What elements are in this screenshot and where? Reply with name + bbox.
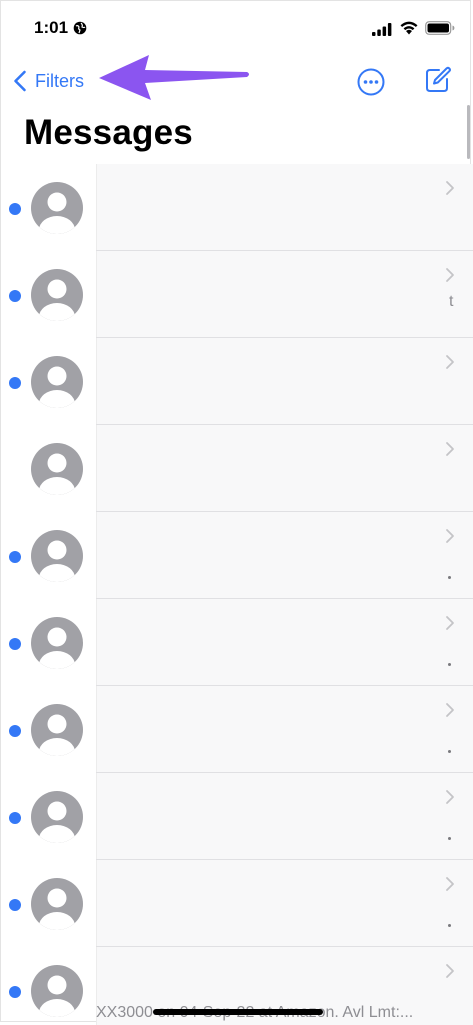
chevron-right-icon [446,790,454,804]
unread-indicator [9,725,21,737]
battery-icon [425,21,455,35]
chevron-right-icon [446,442,454,456]
unread-indicator [9,812,21,824]
conversation-row[interactable] [1,164,473,251]
contact-avatar-icon [31,443,83,495]
unread-indicator [9,899,21,911]
conversation-row[interactable] [1,773,473,860]
filters-back-button[interactable]: Filters [13,65,84,97]
conversation-row[interactable] [1,860,473,947]
conversation-row[interactable]: t [1,251,473,338]
compose-icon[interactable] [422,65,452,95]
contact-avatar-icon [31,704,83,756]
chevron-right-icon [446,877,454,891]
chevron-right-icon [446,529,454,543]
contact-avatar-icon [31,530,83,582]
contact-avatar-icon [31,269,83,321]
filters-back-label: Filters [35,70,84,91]
contact-avatar-icon [31,617,83,669]
conversation-row[interactable] [1,425,473,512]
preview-ellipsis-mark [448,924,451,927]
conversation-row[interactable] [1,686,473,773]
conversation-row[interactable] [1,338,473,425]
home-indicator[interactable] [153,1009,323,1015]
conversation-row[interactable] [1,512,473,599]
preview-ellipsis-mark [448,750,451,753]
chevron-right-icon [446,964,454,978]
contact-avatar-icon [31,791,83,843]
scroll-indicator[interactable] [467,105,470,159]
contact-avatar-icon [31,182,83,234]
contact-avatar-icon [31,356,83,408]
unread-indicator [9,377,21,389]
contact-avatar-icon [31,878,83,930]
chevron-right-icon [446,616,454,630]
ellipsis-circle-icon[interactable] [356,67,386,97]
navigation-bar: Filters [1,59,473,103]
preview-ellipsis-mark [448,576,451,579]
preview-ellipsis-mark [448,837,451,840]
unread-indicator [9,203,21,215]
status-bar: 1:01 [1,1,473,57]
unread-indicator [9,551,21,563]
contact-avatar-icon [31,965,83,1017]
chevron-right-icon [446,268,454,282]
chevron-right-icon [446,181,454,195]
signal-icon [372,23,392,36]
chevron-right-icon [446,703,454,717]
conversation-row[interactable] [1,599,473,686]
screen: 1:01 Filters Messages t XX3000 Avl Lmt:.… [0,0,473,1025]
chevron-left-icon [14,70,26,92]
message-preview-fragment: t [449,293,454,310]
wifi-icon [400,21,418,35]
unread-indicator [9,290,21,302]
unread-indicator [9,638,21,650]
chevron-right-icon [446,355,454,369]
conversation-list[interactable]: t [1,164,473,1025]
status-time: 1:01 [34,18,69,37]
globe-icon [73,21,87,35]
unread-indicator [9,986,21,998]
page-title: Messages [24,113,193,152]
preview-ellipsis-mark [448,663,451,666]
